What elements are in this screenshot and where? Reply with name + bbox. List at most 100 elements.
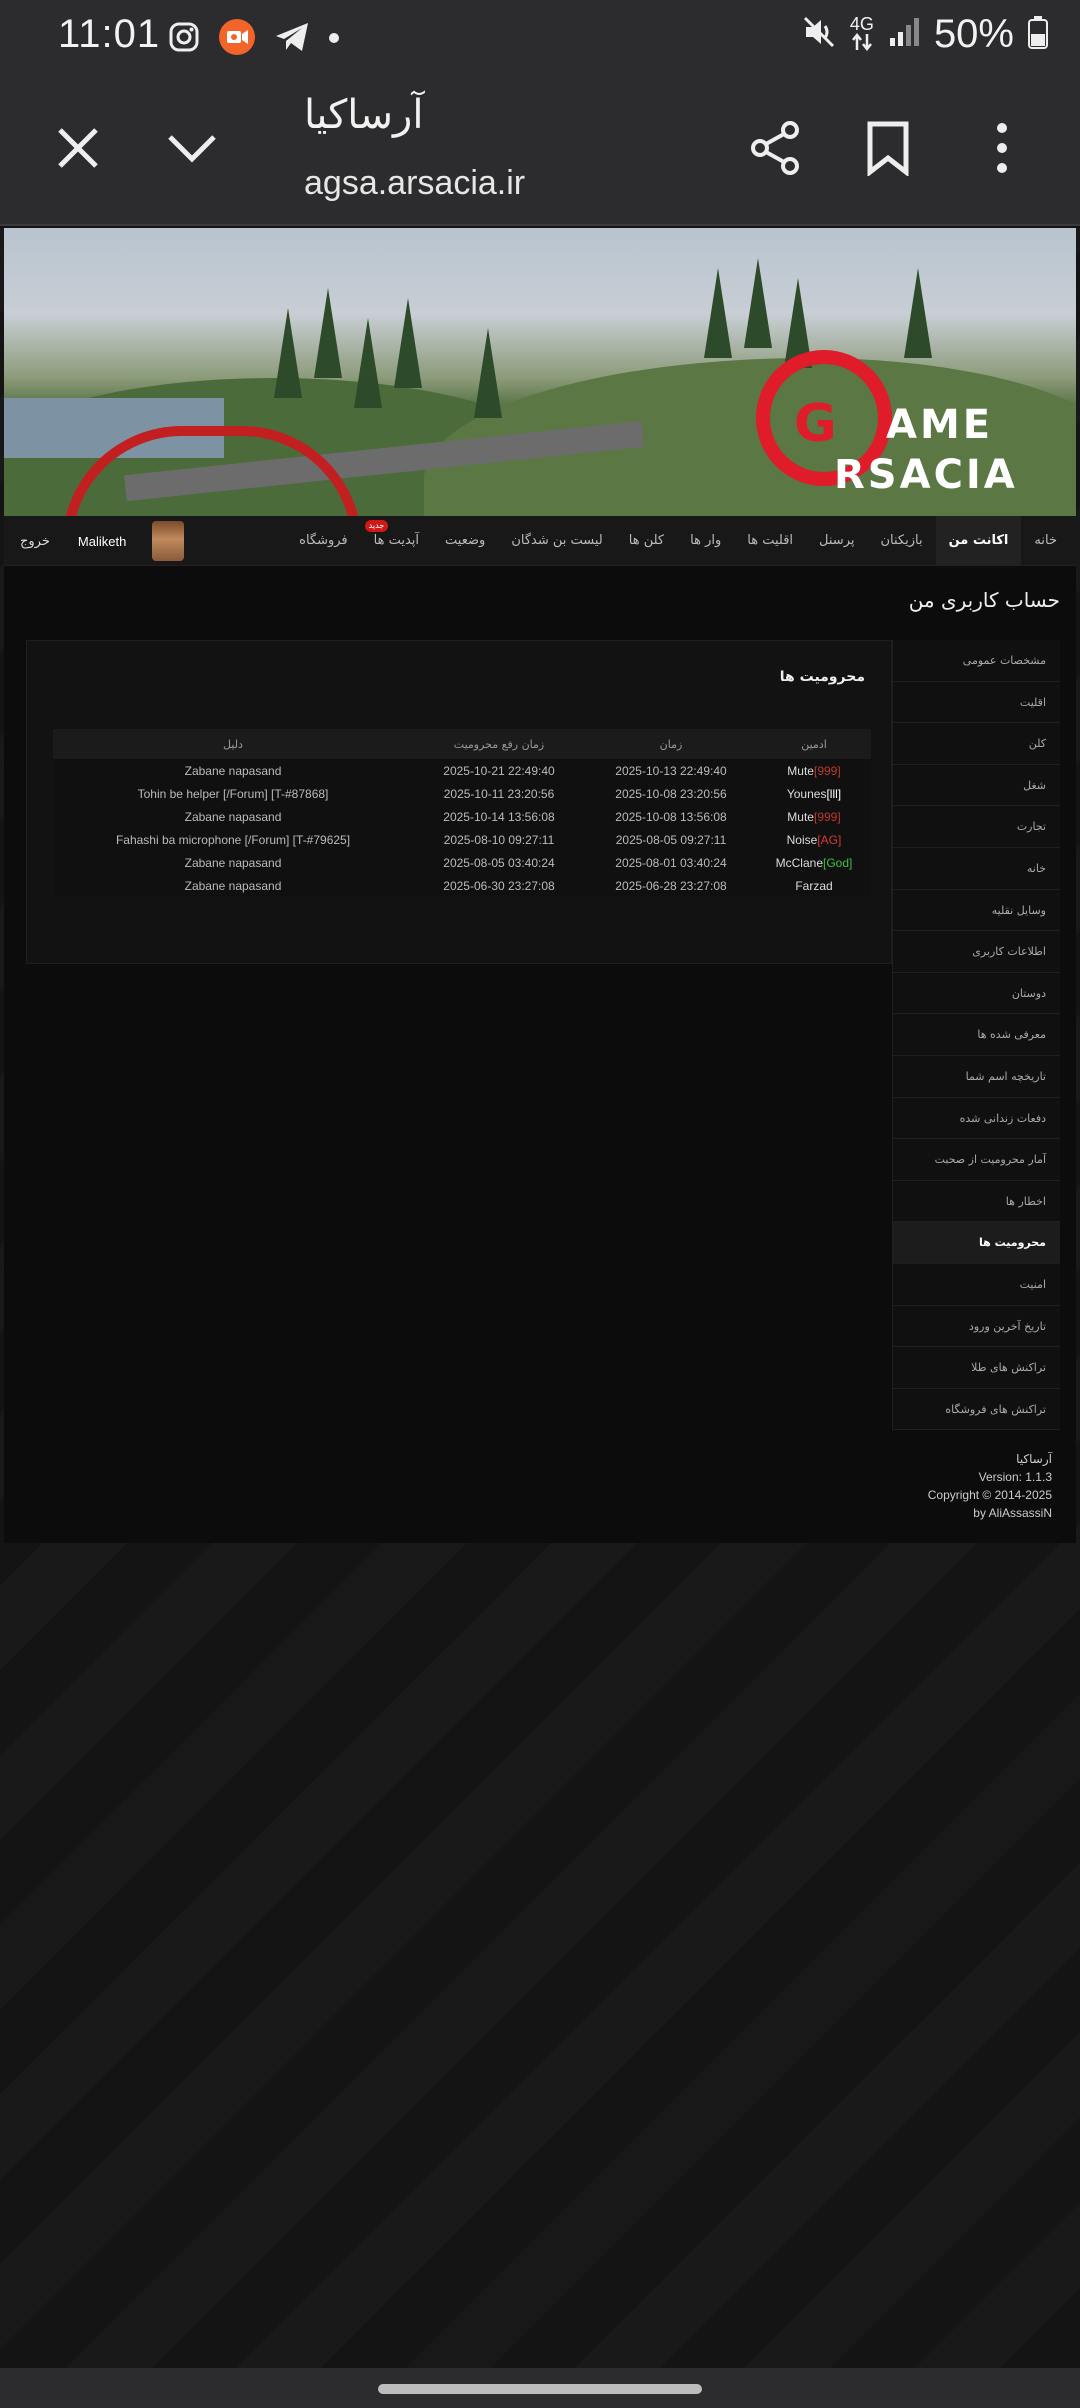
share-icon <box>751 121 799 175</box>
nav-item[interactable]: اقلیت ها <box>734 516 806 566</box>
cell-time: 2025-10-08 23:20:56 <box>585 782 757 805</box>
network-label: 4G <box>849 14 874 34</box>
nav-item[interactable]: کلن ها <box>616 516 677 566</box>
cell-admin[interactable]: Mute[999] <box>757 805 871 828</box>
network-4g-icon: 4G <box>850 15 874 54</box>
admin-name: Younes <box>786 786 827 801</box>
nav-items: خانه اکانت من بازیکنان پرسنل اقلیت ها وار ها ک… <box>286 516 1070 566</box>
more-options-button[interactable] <box>966 112 1038 184</box>
cell-unban: 2025-08-10 09:27:11 <box>413 828 585 851</box>
site-logo[interactable]: G AME RSACIA <box>754 346 1074 516</box>
bookmark-button[interactable] <box>852 112 924 184</box>
nav-item-label: آپدیت ها <box>373 533 420 548</box>
nav-item[interactable]: وضعیت <box>432 516 498 566</box>
page-url[interactable]: agsa.arsacia.ir <box>304 164 525 203</box>
cell-admin[interactable]: Younes[lll] <box>757 782 871 805</box>
nav-item[interactable]: پرسنل <box>806 516 867 566</box>
telegram-icon <box>274 21 310 58</box>
cell-time: 2025-06-28 23:27:08 <box>585 874 757 897</box>
mute-icon <box>802 15 836 54</box>
cell-unban: 2025-06-30 23:27:08 <box>413 874 585 897</box>
page-title: آرساکیا <box>304 92 424 138</box>
table-header-row: ادمین زمان زمان رفع محرومیت دلیل <box>53 729 871 759</box>
table-row: Mute[999] 2025-10-13 22:49:40 2025-10-21 2… <box>53 759 871 782</box>
avatar[interactable] <box>152 521 185 561</box>
nav-item[interactable]: آپدیت ها جدید <box>361 516 432 566</box>
minimize-button[interactable] <box>156 112 228 184</box>
header-unban: زمان رفع محرومیت <box>413 729 585 759</box>
sidebar-item[interactable]: معرفی شده ها <box>892 1014 1060 1056</box>
battery-icon <box>1028 15 1048 54</box>
sidebar-item[interactable]: تجارت <box>892 806 1060 848</box>
footer-author: by AliAssassiN <box>973 1506 1052 1520</box>
username[interactable]: Maliketh <box>78 534 126 549</box>
sidebar-item[interactable]: تراکنش های فروشگاه <box>892 1388 1060 1431</box>
sidebar-item[interactable]: مشخصات عمومی <box>892 640 1060 682</box>
admin-tag: [999] <box>813 809 841 824</box>
nav-item[interactable]: اکانت من <box>935 516 1022 566</box>
close-tab-button[interactable] <box>42 112 114 184</box>
logo-g: G <box>794 394 840 454</box>
status-time: 11:01 <box>58 12 161 56</box>
nav-item[interactable]: فروشگاه <box>286 516 361 566</box>
admin-name: Farzad <box>795 878 833 893</box>
sidebar-item[interactable]: دوستان <box>892 972 1060 1015</box>
sidebar-item[interactable]: آمار محرومیت از صحبت <box>892 1139 1060 1181</box>
nav-item[interactable]: خانه <box>1021 516 1070 566</box>
cell-reason: Tohin be helper [/Forum] [T-#87868] <box>53 782 413 805</box>
battery-percent: 50% <box>933 12 1014 56</box>
logo-line1: AME <box>886 402 994 448</box>
footer-site-name: آرساکیا <box>1016 1452 1052 1466</box>
nav-item[interactable]: لیست بن شدگان <box>498 516 615 566</box>
sidebar-item[interactable]: اطلاعات کاربری <box>892 931 1060 973</box>
screen: 11:01 4G 50% آرساکیا agsa.arsacia.ir G A… <box>0 0 1080 2408</box>
sidebar-item[interactable]: محرومیت ها <box>892 1222 1060 1264</box>
main-nav: خانه اکانت من بازیکنان پرسنل اقلیت ها وار ها ک… <box>4 516 1076 566</box>
admin-tag: [999] <box>813 763 841 778</box>
header-banner: G AME RSACIA <box>4 228 1076 516</box>
nav-item[interactable]: بازیکنان <box>867 516 935 566</box>
sidebar-item[interactable]: وسایل نقلیه <box>892 889 1060 932</box>
nav-item-label: اقلیت ها <box>747 533 794 548</box>
admin-name: McClane <box>775 855 823 870</box>
cell-time: 2025-10-08 13:56:08 <box>585 805 757 828</box>
sidebar-item[interactable]: امنیت <box>892 1263 1060 1306</box>
bookmark-icon <box>867 121 909 176</box>
admin-tag: [God] <box>823 855 853 870</box>
table-row: McClane[God] 2025-08-01 03:40:24 2025-08-0… <box>53 851 871 874</box>
notification-icons <box>168 18 340 61</box>
sidebar-item[interactable]: کلن <box>892 723 1060 765</box>
nav-item-label: لیست بن شدگان <box>511 533 603 548</box>
cell-admin[interactable]: McClane[God] <box>757 851 871 874</box>
dot-icon <box>328 31 340 49</box>
sidebar-item[interactable]: اخطار ها <box>892 1180 1060 1223</box>
home-gesture-bar[interactable] <box>378 2384 702 2394</box>
sidebar-item[interactable]: تاریخ آخرین ورود <box>892 1305 1060 1348</box>
web-page: G AME RSACIA خانه اکانت من بازیکنان پرسنل اق… <box>0 228 1080 2368</box>
cell-unban: 2025-10-21 22:49:40 <box>413 759 585 782</box>
sidebar-item[interactable]: خانه <box>892 847 1060 890</box>
cell-reason: Zabane napasand <box>53 874 413 897</box>
bans-panel: محرومیت ها ادمین زمان زمان رفع محرومیت د… <box>26 640 892 964</box>
cell-admin[interactable]: Mute[999] <box>757 759 871 782</box>
cell-unban: 2025-10-11 23:20:56 <box>413 782 585 805</box>
sidebar-item[interactable]: تاریخچه اسم شما <box>892 1055 1060 1098</box>
cell-reason: Zabane napasand <box>53 805 413 828</box>
sidebar-item[interactable]: شغل <box>892 764 1060 807</box>
table-row: Mute[999] 2025-10-08 13:56:08 2025-10-14 1… <box>53 805 871 828</box>
nav-item-label: وضعیت <box>445 533 486 548</box>
cell-admin[interactable]: Farzad <box>757 874 871 897</box>
sidebar-item[interactable]: اقلیت <box>892 681 1060 724</box>
signal-icon <box>888 16 920 53</box>
nav-item-label: اکانت من <box>948 533 1009 548</box>
close-icon <box>58 128 98 168</box>
cell-reason: Zabane napasand <box>53 851 413 874</box>
table-row: Noise[AG] 2025-08-05 09:27:11 2025-08-10 0… <box>53 828 871 851</box>
share-button[interactable] <box>740 112 812 184</box>
cell-admin[interactable]: Noise[AG] <box>757 828 871 851</box>
logout-link[interactable]: خروج <box>20 534 50 549</box>
sidebar-item[interactable]: تراکنش های طلا <box>892 1347 1060 1389</box>
sidebar-item[interactable]: دفعات زندانی شده <box>892 1097 1060 1140</box>
nav-item[interactable]: وار ها <box>677 516 734 566</box>
header-time: زمان <box>585 729 757 759</box>
